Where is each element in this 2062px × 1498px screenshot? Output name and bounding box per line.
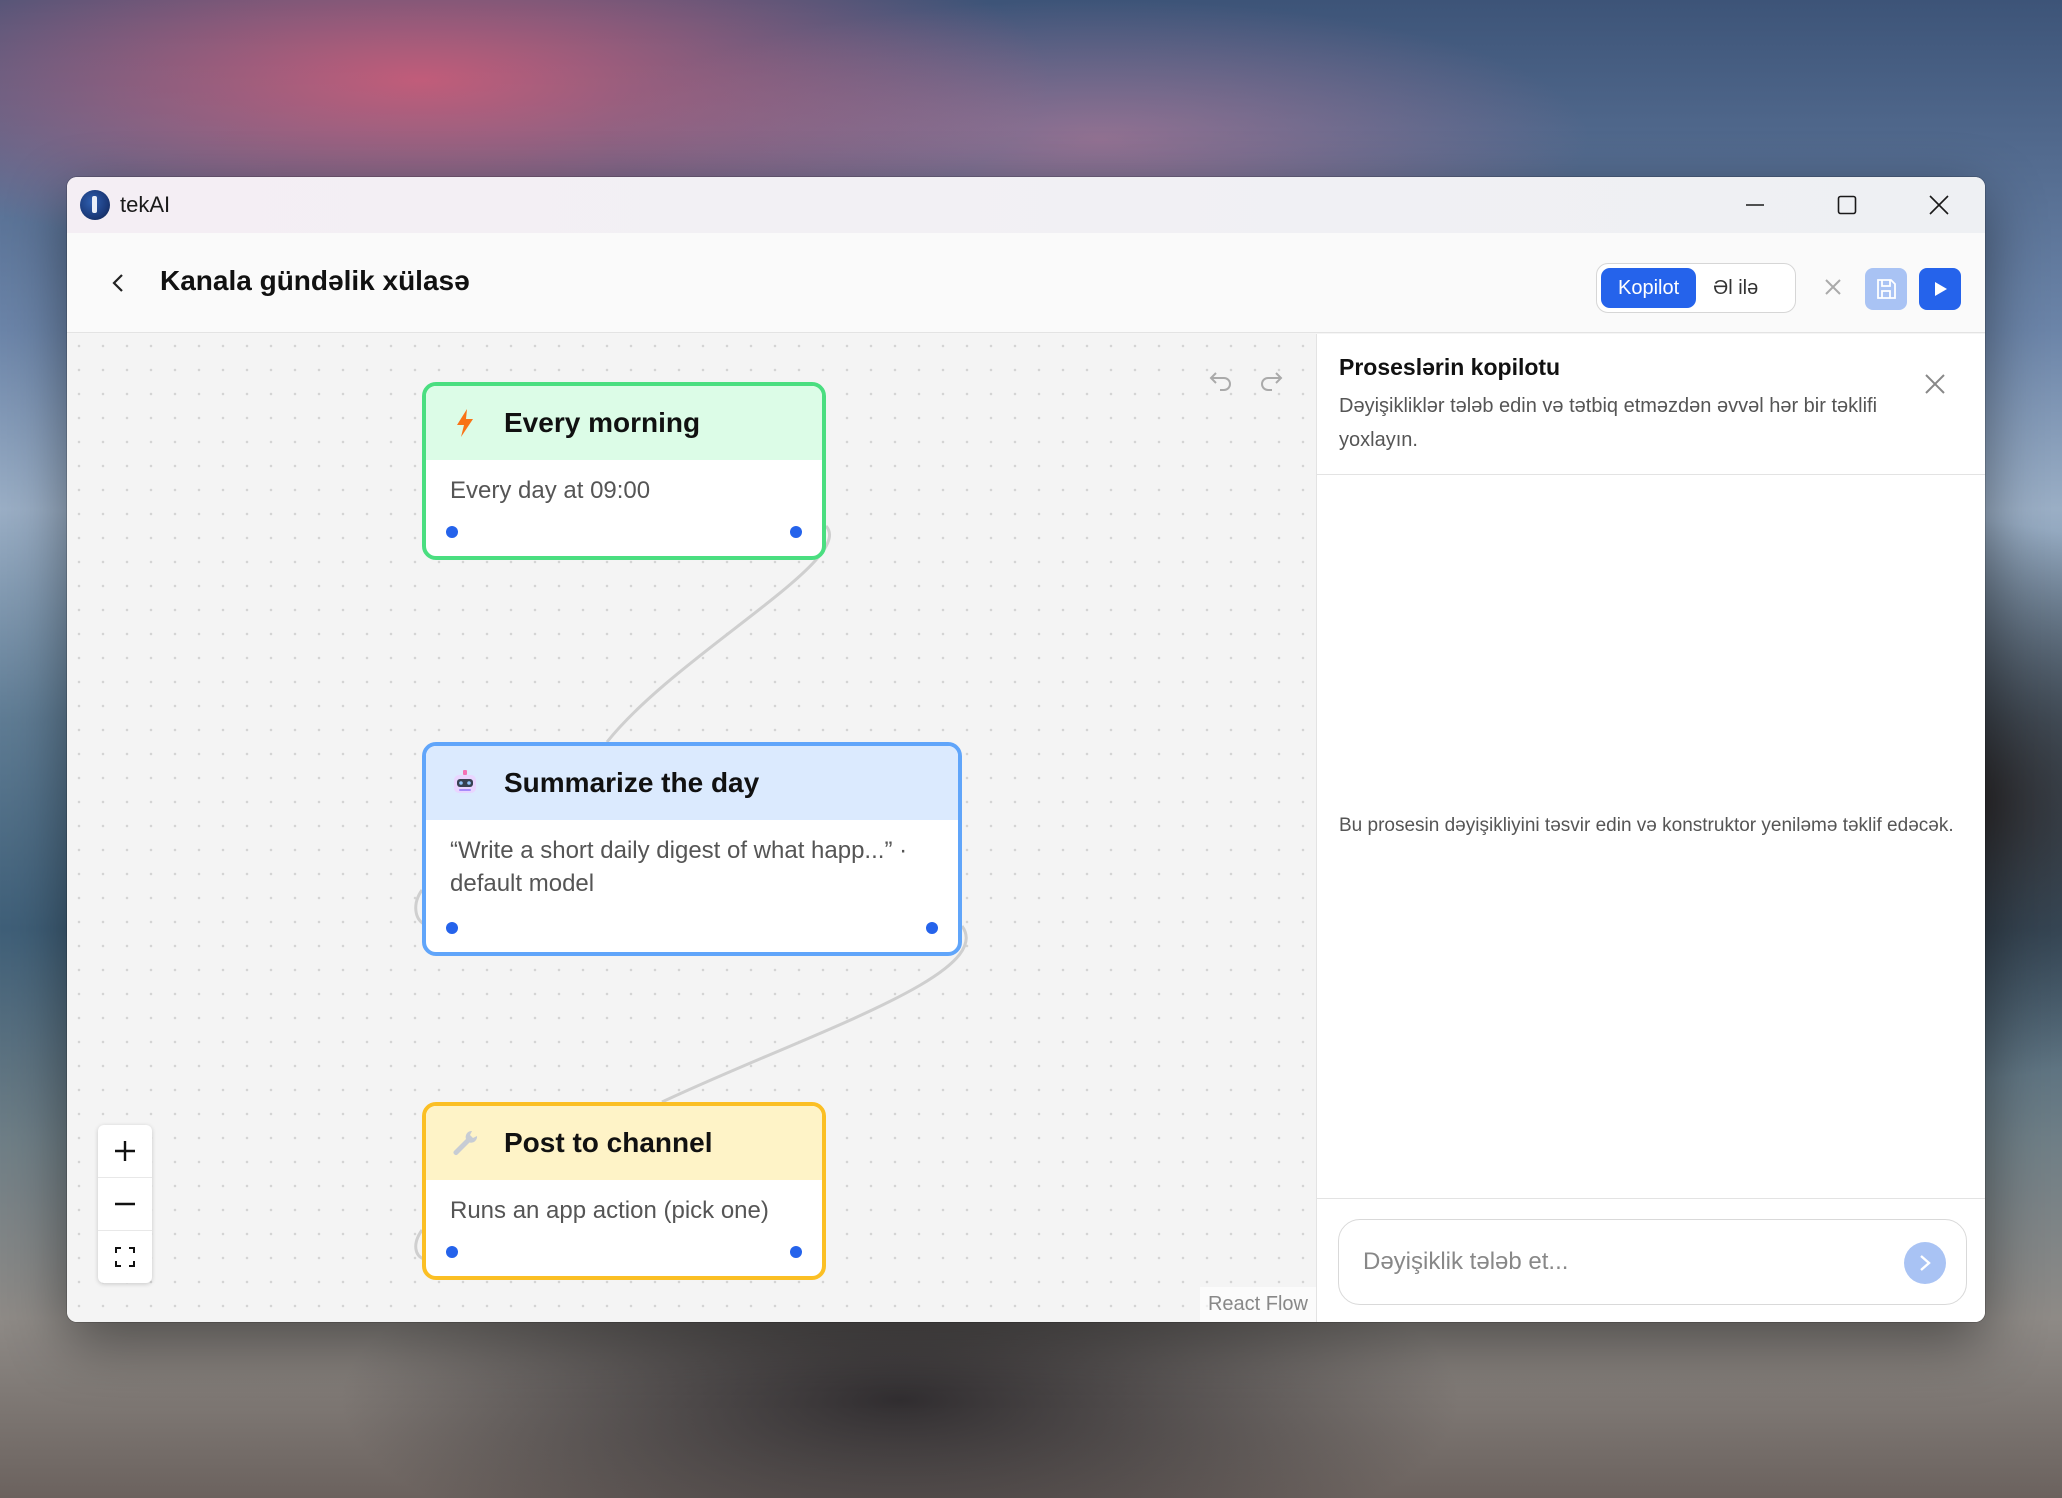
close-icon xyxy=(1929,195,1949,215)
redo-button[interactable] xyxy=(1255,364,1287,396)
output-handle[interactable] xyxy=(790,1246,802,1258)
input-handle[interactable] xyxy=(446,922,458,934)
wrench-icon xyxy=(450,1128,480,1158)
change-request-input[interactable] xyxy=(1363,1242,1883,1282)
window-controls xyxy=(1709,177,1985,233)
play-icon xyxy=(1935,282,1947,296)
page-title: Kanala gündəlik xülasə xyxy=(160,265,470,296)
mode-manual-tab[interactable]: Əl ilə xyxy=(1696,268,1775,308)
app-logo-icon xyxy=(80,190,110,220)
workflow-header: Kanala gündəlik xülasə Kopilot Əl ilə xyxy=(67,233,1985,333)
zoom-out-button[interactable] xyxy=(98,1178,152,1231)
app-name: tekAI xyxy=(120,192,171,217)
history-controls xyxy=(1205,364,1287,396)
copilot-empty-state: Bu prosesin dəyişikliyini təsvir edin və… xyxy=(1339,815,1954,836)
node-title: Summarize the day xyxy=(504,767,760,798)
save-button[interactable] xyxy=(1865,268,1907,310)
zoom-in-button[interactable] xyxy=(98,1125,152,1178)
redo-icon xyxy=(1261,372,1283,391)
discard-button[interactable] xyxy=(1819,273,1847,301)
robot-icon xyxy=(450,768,480,798)
node-description: Every day at 09:00 xyxy=(450,477,651,504)
plus-icon xyxy=(115,1141,135,1161)
back-button[interactable] xyxy=(101,265,137,301)
title-bar: tekAI xyxy=(67,177,1985,233)
node-description: Runs an app action (pick one) xyxy=(450,1197,769,1224)
react-flow-attribution[interactable]: React Flow xyxy=(1199,1287,1316,1322)
copilot-panel: Proseslərin kopilotu Dəyişikliklər tələb… xyxy=(1316,334,1985,1322)
maximize-button[interactable] xyxy=(1801,177,1893,233)
copilot-composer-area xyxy=(1317,1198,1985,1322)
close-icon xyxy=(1925,374,1945,394)
mode-copilot-tab[interactable]: Kopilot xyxy=(1601,268,1697,308)
node-header: Post to channel xyxy=(426,1106,822,1180)
close-panel-button[interactable] xyxy=(1921,370,1949,398)
copilot-panel-title: Proseslərin kopilotu xyxy=(1339,354,1561,380)
minimize-button[interactable] xyxy=(1709,177,1801,233)
output-handle[interactable] xyxy=(926,922,938,934)
maximize-icon xyxy=(1837,195,1857,215)
lightning-icon xyxy=(450,408,480,438)
node-description: “Write a short daily digest of what happ… xyxy=(450,837,908,897)
workflow-canvas[interactable]: Every morning Every day at 09:00 Summari… xyxy=(67,334,1316,1322)
mode-toggle: Kopilot Əl ilə xyxy=(1596,263,1796,313)
send-button[interactable] xyxy=(1904,1242,1946,1284)
app-window: tekAI Kanala gündəlik xülasə Kopilot Əl … xyxy=(67,177,1985,1322)
chevron-right-icon xyxy=(1920,1255,1931,1271)
run-button[interactable] xyxy=(1919,268,1961,310)
undo-button[interactable] xyxy=(1205,364,1237,396)
close-window-button[interactable] xyxy=(1893,177,1985,233)
node-header: Summarize the day xyxy=(426,746,958,820)
copilot-panel-subtitle: Dəyişikliklər tələb edin və tətbiq etməz… xyxy=(1339,395,1878,451)
output-handle[interactable] xyxy=(790,526,802,538)
node-agent[interactable]: Summarize the day “Write a short daily d… xyxy=(422,742,962,956)
close-icon xyxy=(1825,279,1841,295)
zoom-controls xyxy=(98,1125,152,1283)
fit-view-button[interactable] xyxy=(98,1231,152,1283)
minimize-icon xyxy=(1746,204,1764,206)
node-header: Every morning xyxy=(426,386,822,460)
composer xyxy=(1338,1219,1967,1305)
copilot-panel-header: Proseslərin kopilotu Dəyişikliklər tələb… xyxy=(1317,334,1985,475)
input-handle[interactable] xyxy=(446,526,458,538)
node-title: Every morning xyxy=(504,407,701,438)
chevron-left-icon xyxy=(112,274,123,292)
minus-icon xyxy=(115,1202,135,1206)
node-action[interactable]: Post to channel Runs an app action (pick… xyxy=(422,1102,826,1280)
fit-view-icon xyxy=(115,1247,135,1267)
save-icon xyxy=(1877,279,1896,299)
node-title: Post to channel xyxy=(504,1127,713,1158)
undo-icon xyxy=(1209,372,1231,391)
input-handle[interactable] xyxy=(446,1246,458,1258)
node-trigger[interactable]: Every morning Every day at 09:00 xyxy=(422,382,826,560)
